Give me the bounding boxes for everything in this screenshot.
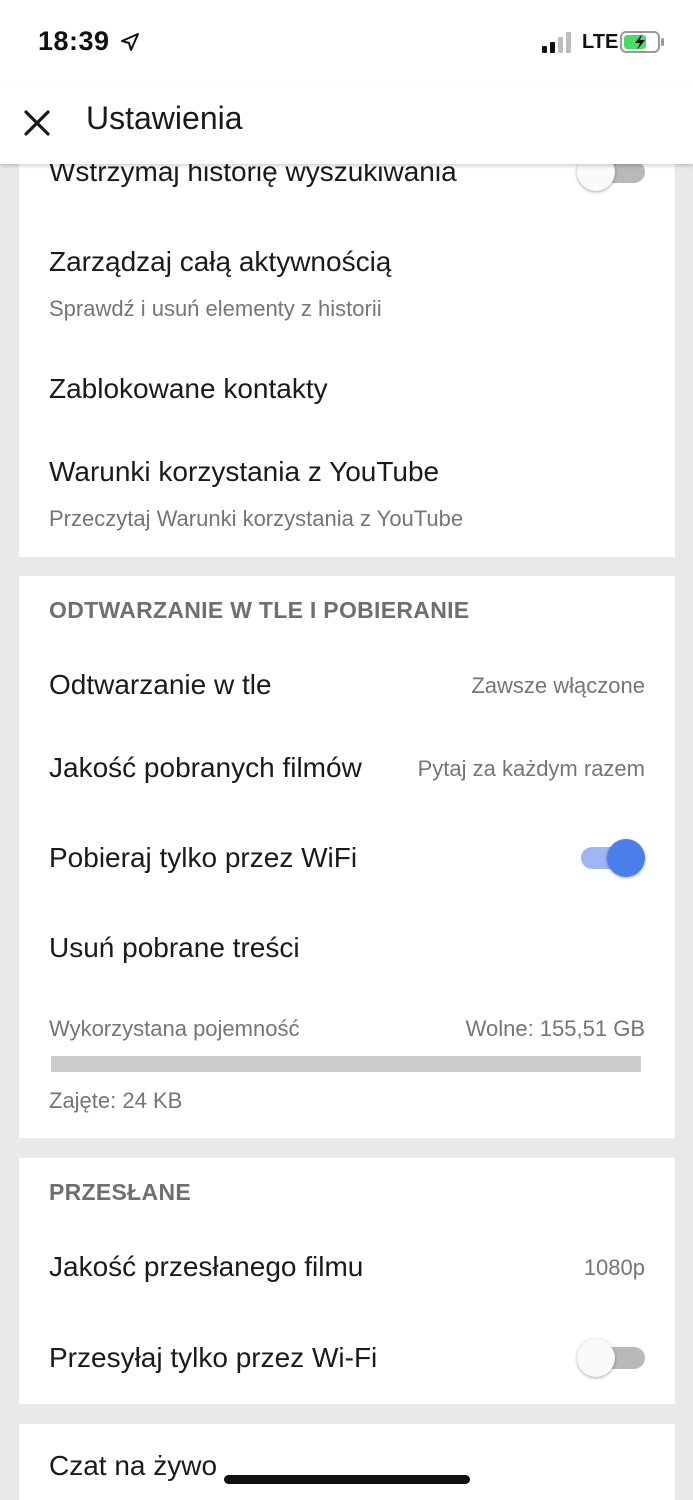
status-bar: 18:39 LTE [0,0,693,84]
storage-progress-bar [51,1056,641,1072]
network-type: LTE [582,31,619,53]
terms-of-service-subtitle: Przeczytaj Warunki korzystania z YouTube [49,506,464,531]
upload-wifi-only-toggle[interactable] [577,1338,645,1378]
manage-activity-label: Zarządzaj całą aktywnością [49,246,392,277]
history-card: Wstrzymaj historię wyszukiwania Zarządza… [19,140,675,557]
live-chat-card: Czat na żywo [19,1424,675,1500]
settings-screen: 18:39 LTE Ustawienia Wstrzymaj historię … [0,0,693,1500]
live-chat-label: Czat na żywo [49,1450,218,1481]
background-play-value: Zawsze włączone [471,673,645,698]
storage-free-value: Wolne: 155,51 GB [465,1016,645,1041]
blocked-contacts-label: Zablokowane kontakty [49,373,328,404]
delete-downloads-label: Usuń pobrane treści [49,932,300,963]
app-bar: Ustawienia [0,84,693,164]
storage-used-value: Zajęte: 24 KB [49,1088,183,1113]
downloads-card: ODTWARZANIE W TLE I POBIERANIE Odtwarzan… [19,576,675,1138]
upload-quality-label: Jakość przesłanego filmu [49,1251,364,1282]
terms-of-service-label: Warunki korzystania z YouTube [49,456,440,487]
home-indicator [224,1475,470,1484]
location-arrow-icon [121,33,139,51]
upload-quality-value: 1080p [583,1255,645,1280]
manage-activity-subtitle: Sprawdź i usuń elementy z historii [49,296,382,321]
page-title: Ustawienia [86,100,243,136]
download-wifi-only-label: Pobieraj tylko przez WiFi [49,842,358,873]
cellular-signal-icon [542,32,571,53]
background-play-label: Odtwarzanie w tle [49,669,272,700]
upload-wifi-only-label: Przesyłaj tylko przez Wi-Fi [49,1342,378,1373]
close-icon[interactable] [20,106,54,140]
status-time: 18:39 [38,26,110,56]
download-quality-label: Jakość pobranych filmów [49,752,362,783]
download-quality-value: Pytaj za każdym razem [417,756,645,781]
battery-charging-icon [620,31,664,53]
storage-usage-label: Wykorzystana pojemność [49,1016,300,1041]
download-wifi-only-toggle[interactable] [577,838,645,878]
toggle-thumb [607,839,645,877]
uploads-section-header: PRZESŁANE [49,1179,191,1205]
toggle-thumb [577,1339,615,1377]
uploads-card: PRZESŁANE Jakość przesłanego filmu 1080p… [19,1158,675,1404]
downloads-section-header: ODTWARZANIE W TLE I POBIERANIE [49,597,470,623]
